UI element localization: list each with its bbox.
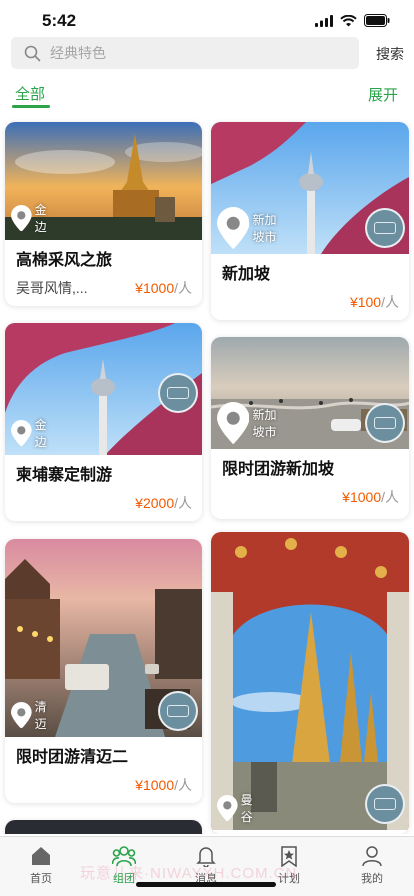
tab-label: 首页: [30, 873, 52, 885]
status-time: 5:42: [42, 11, 77, 30]
location-tag: 金边: [11, 201, 48, 235]
trip-image: 新加坡市: [211, 337, 409, 449]
trip-card[interactable]: [5, 820, 202, 834]
trip-price: ¥1000/人: [135, 775, 192, 795]
tab-home[interactable]: 首页: [11, 845, 71, 886]
filter-active-underline: [12, 105, 50, 108]
location-pin-icon: [217, 206, 250, 249]
trip-price: ¥1000/人: [342, 487, 399, 507]
home-icon: [32, 847, 50, 865]
location-pin-icon: [217, 794, 238, 822]
trip-feed[interactable]: 金边 高棉采风之旅 吴哥风情,... ¥1000/人 新加坡市 新加坡 ¥100…: [0, 112, 414, 834]
badge-icon: [365, 208, 405, 248]
price-value: ¥1000: [342, 489, 382, 505]
tab-profile[interactable]: 我的: [342, 845, 402, 886]
trip-card[interactable]: 金边 柬埔寨定制游 ¥2000/人: [5, 323, 202, 521]
trip-card[interactable]: 新加坡市 新加坡 ¥100/人: [211, 122, 409, 320]
location-pin-icon: [11, 419, 32, 447]
expand-button[interactable]: 展开: [368, 84, 398, 105]
price-unit: /人: [381, 294, 399, 310]
trip-title: 限时团游新加坡: [222, 461, 335, 478]
search-input[interactable]: 经典特色: [11, 37, 359, 69]
trip-title: 新加坡: [222, 266, 271, 283]
location-label: 新加坡市: [252, 212, 277, 244]
search-button[interactable]: 搜索: [376, 44, 404, 64]
signal-icon: [315, 14, 333, 27]
trip-card[interactable]: 新加坡市 限时团游新加坡 ¥1000/人: [211, 337, 409, 519]
badge-icon: [365, 403, 405, 443]
badge-icon: [158, 691, 198, 731]
trip-image: 曼谷: [211, 532, 409, 830]
trip-image: 新加坡市: [211, 122, 409, 254]
price-value: ¥1000: [135, 280, 175, 296]
trip-title: 限时团游清迈二: [16, 749, 129, 766]
badge-icon: [365, 784, 405, 824]
location-label: 金边: [34, 203, 47, 234]
filter-row: 全部 展开: [0, 80, 414, 110]
location-tag: 曼谷: [217, 791, 254, 825]
person-icon: [362, 846, 382, 867]
wifi-icon: [340, 14, 357, 26]
trip-price: ¥2000/人: [135, 493, 192, 513]
price-value: ¥1000: [135, 777, 175, 793]
location-pin-icon: [217, 401, 250, 444]
price-value: ¥100: [349, 294, 382, 310]
status-icons: [315, 14, 390, 27]
location-tag: 新加坡市: [217, 206, 278, 249]
trip-price: ¥100/人: [350, 292, 399, 312]
trip-card[interactable]: 曼谷: [211, 532, 409, 834]
watermark: 玩意儿来·NIWAYXH.COM.CN: [80, 865, 298, 882]
location-tag: 清迈: [11, 698, 48, 732]
search-icon: [24, 45, 41, 61]
trip-price: ¥1000/人: [135, 278, 192, 298]
location-pin-icon: [11, 204, 32, 232]
price-unit: /人: [174, 777, 192, 793]
battery-icon: [364, 14, 390, 27]
trip-image: 金边: [5, 122, 202, 240]
location-label: 新加坡市: [252, 407, 277, 439]
location-tag: 新加坡市: [217, 401, 278, 444]
tab-label: 我的: [361, 873, 383, 885]
trip-card[interactable]: 金边 高棉采风之旅 吴哥风情,... ¥1000/人: [5, 122, 202, 306]
status-bar: 5:42: [0, 0, 414, 40]
home-indicator: [136, 882, 276, 887]
location-pin-icon: [11, 701, 32, 729]
location-tag: 金边: [11, 416, 48, 450]
trip-image: 清迈: [5, 539, 202, 737]
price-value: ¥2000: [135, 495, 175, 511]
location-label: 清迈: [34, 700, 47, 731]
trip-title: 柬埔寨定制游: [16, 467, 113, 484]
filter-tab-all[interactable]: 全部: [15, 83, 45, 104]
trip-image: [5, 820, 202, 834]
location-label: 金边: [34, 418, 47, 449]
trip-subtitle: 吴哥风情,...: [16, 280, 88, 296]
trip-card[interactable]: 清迈 限时团游清迈二 ¥1000/人: [5, 539, 202, 803]
search-row: 经典特色 搜索: [0, 37, 414, 69]
price-unit: /人: [174, 280, 192, 296]
trip-title: 高棉采风之旅: [16, 252, 113, 269]
location-label: 曼谷: [240, 793, 253, 824]
price-unit: /人: [174, 495, 192, 511]
search-placeholder: 经典特色: [50, 45, 106, 61]
badge-icon: [158, 373, 198, 413]
price-unit: /人: [381, 489, 399, 505]
trip-image: 金边: [5, 323, 202, 455]
